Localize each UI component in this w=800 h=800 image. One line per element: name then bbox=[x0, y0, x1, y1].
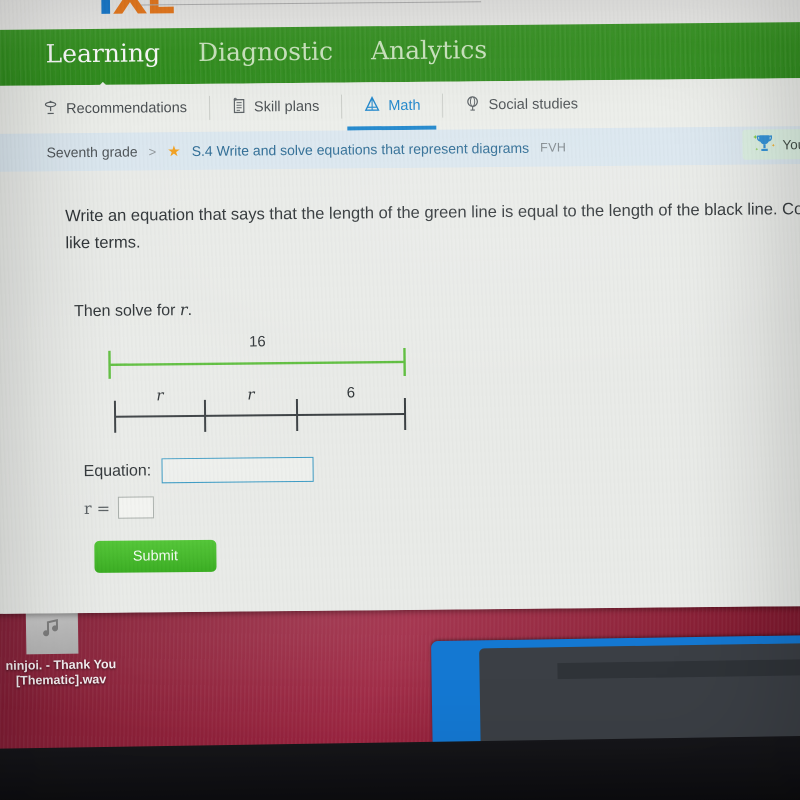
nav-item-learning[interactable]: Learning bbox=[45, 38, 160, 74]
search-input[interactable] bbox=[140, 0, 486, 2]
breadcrumb-skill-code: FVH bbox=[540, 140, 567, 155]
breadcrumb-skill[interactable]: S.4 Write and solve equations that repre… bbox=[192, 140, 530, 159]
nav-item-diagnostic[interactable]: Diagnostic bbox=[198, 37, 333, 73]
r-label: r = bbox=[83, 498, 111, 518]
r-input[interactable] bbox=[117, 496, 155, 519]
submit-button[interactable]: Submit bbox=[94, 539, 217, 573]
black-segment-label-3: 6 bbox=[346, 384, 356, 402]
tab-skill-plans[interactable]: Skill plans bbox=[209, 83, 342, 132]
black-segment-label-1: r bbox=[156, 386, 164, 405]
breadcrumb-separator-icon: > bbox=[148, 143, 157, 159]
tab-social-studies-label: Social studies bbox=[488, 96, 579, 114]
nav-item-analytics[interactable]: Analytics bbox=[371, 35, 487, 71]
tab-recommendations[interactable]: Recommendations bbox=[20, 84, 209, 134]
award-banner-text: You h bbox=[782, 136, 800, 152]
question-prompt: Write an equation that says that the len… bbox=[65, 199, 800, 253]
tab-skill-plans-label: Skill plans bbox=[253, 98, 320, 116]
subprompt-suffix: . bbox=[187, 302, 193, 320]
browser-window: IXL Learning Diagnostic Analytics bbox=[0, 0, 800, 614]
file-name-line2: [Thematic].wav bbox=[15, 672, 107, 688]
equation-label: Equation: bbox=[83, 461, 152, 480]
bar-diagram: 16 r r 6 bbox=[96, 332, 427, 435]
subject-tab-bar: Recommendations Skill plans Math Social … bbox=[0, 78, 800, 134]
question-card: Write an equation that says that the len… bbox=[0, 164, 800, 614]
tab-social-studies[interactable]: Social studies bbox=[442, 80, 600, 130]
green-line-group bbox=[108, 347, 406, 379]
primary-nav-items: Learning Diagnostic Analytics bbox=[45, 35, 487, 74]
skill-plans-icon bbox=[231, 97, 247, 118]
desktop-file-label[interactable]: ninjoi. - Thank You [Thematic].wav bbox=[0, 657, 136, 689]
trophy-icon bbox=[752, 132, 776, 157]
r-value-row: r = bbox=[83, 496, 155, 519]
recommendations-icon bbox=[42, 99, 59, 120]
screen-photo: ninjoi. - Thank You [Thematic].wav IXL L… bbox=[0, 0, 800, 800]
award-banner[interactable]: You h bbox=[742, 128, 800, 160]
background-window-titlebar bbox=[557, 658, 800, 680]
question-subprompt: Then solve for r. bbox=[74, 300, 192, 321]
logo-letter-i: I bbox=[97, 0, 113, 25]
equation-input[interactable] bbox=[161, 456, 314, 484]
subprompt-prefix: Then solve for bbox=[73, 302, 180, 321]
tab-math[interactable]: Math bbox=[341, 82, 443, 131]
tab-recommendations-label: Recommendations bbox=[66, 100, 188, 118]
green-line-label: 16 bbox=[248, 333, 266, 351]
globe-icon bbox=[464, 94, 481, 116]
primary-nav: Learning Diagnostic Analytics bbox=[0, 22, 800, 86]
star-icon[interactable]: ★ bbox=[167, 142, 181, 160]
equation-row: Equation: bbox=[83, 456, 314, 484]
math-pyramid-icon bbox=[363, 95, 381, 117]
breadcrumb-grade[interactable]: Seventh grade bbox=[46, 144, 137, 161]
tab-math-label: Math bbox=[388, 97, 421, 115]
black-segment-label-2: r bbox=[247, 385, 255, 404]
search-box[interactable] bbox=[140, 0, 486, 6]
file-name-line1: ninjoi. - Thank You bbox=[5, 657, 117, 673]
